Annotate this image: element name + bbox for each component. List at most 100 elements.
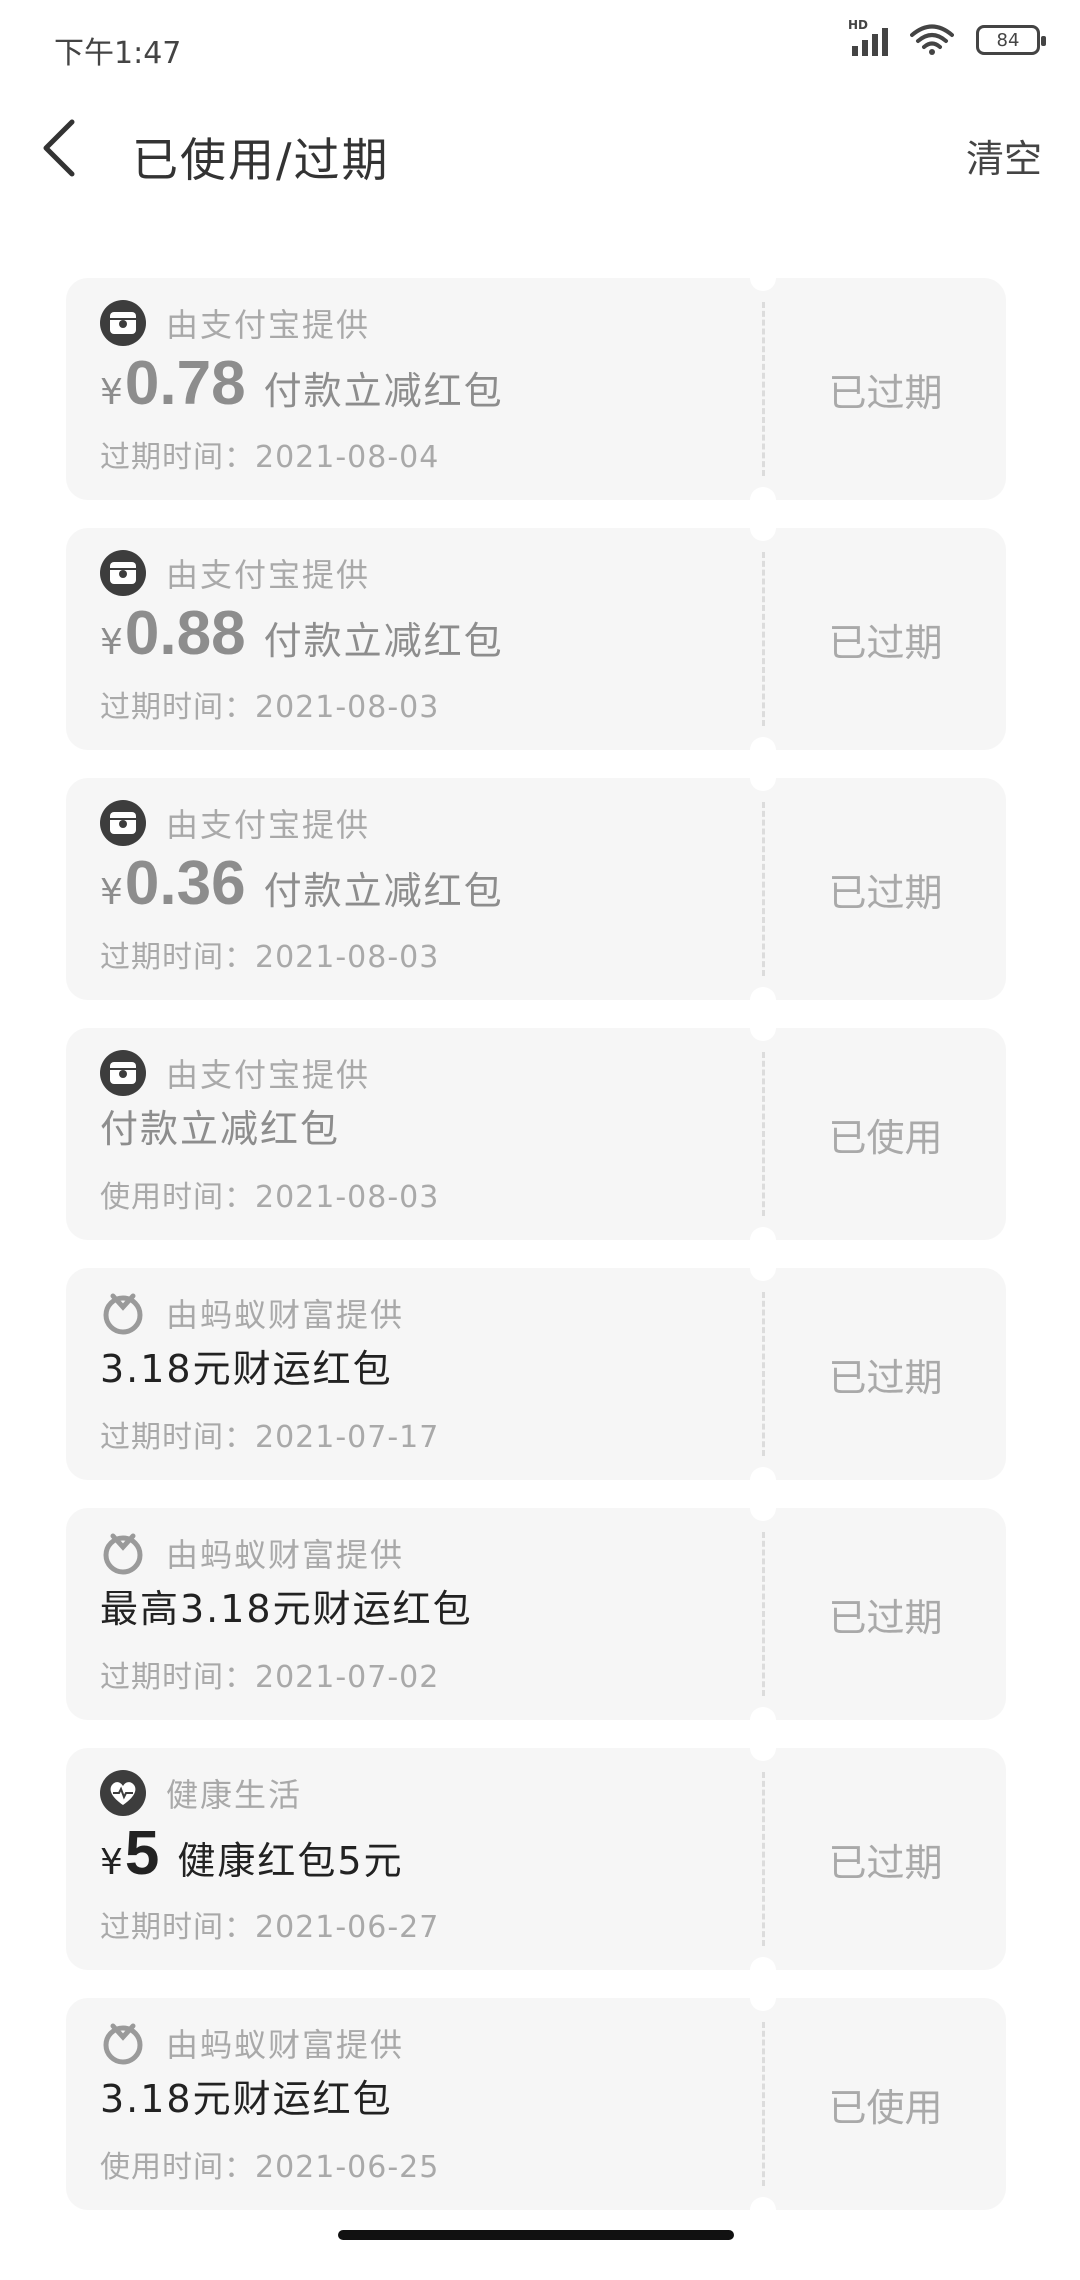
date-label: 使用时间： bbox=[100, 2150, 255, 2185]
coupon-date: 2021-08-03 bbox=[255, 1180, 440, 1215]
provider-text: 由支付宝提供 bbox=[166, 806, 371, 844]
coupon-main: 由支付宝提供 ¥0.78 付款立减红包 过期时间：2021-08-04 bbox=[66, 278, 762, 500]
coupon-main: 由支付宝提供 付款立减红包使用时间：2021-08-03 bbox=[66, 1028, 762, 1240]
date-label: 过期时间： bbox=[100, 940, 255, 975]
coupon-provider: 由支付宝提供 bbox=[100, 1050, 370, 1096]
coupon-status: 已使用 bbox=[828, 1115, 943, 1160]
ant-fortune-icon bbox=[100, 1290, 146, 1336]
coupon-name: 3.18元财运红包 bbox=[100, 2077, 393, 2121]
battery-icon: 84 bbox=[976, 25, 1046, 55]
coupon-amount: 0.36 bbox=[124, 849, 246, 918]
coupon-status: 已使用 bbox=[828, 2085, 943, 2130]
coupon-card[interactable]: 由支付宝提供 ¥0.36 付款立减红包 过期时间：2021-08-03 已过期 bbox=[66, 777, 1006, 1001]
coupon-date: 2021-08-03 bbox=[255, 690, 440, 725]
coupon-main: 由蚂蚁财富提供 3.18元财运红包使用时间：2021-06-25 bbox=[66, 1998, 762, 2210]
coupon-date-row: 过期时间：2021-07-17 bbox=[100, 1412, 439, 1456]
provider-text: 由蚂蚁财富提供 bbox=[166, 1536, 405, 1574]
coupon-status: 已过期 bbox=[828, 1595, 943, 1640]
coupon-list: 由支付宝提供 ¥0.78 付款立减红包 过期时间：2021-08-04 已过期 由支付宝提… bbox=[66, 277, 1006, 2238]
coupon-amount-row: ¥0.88 付款立减红包 bbox=[100, 598, 504, 669]
coupon-name: 最高3.18元财运红包 bbox=[100, 1587, 473, 1631]
alipay-icon bbox=[100, 800, 146, 846]
health-icon bbox=[100, 1770, 146, 1816]
coupon-date: 2021-08-03 bbox=[255, 940, 440, 975]
alipay-icon bbox=[100, 300, 146, 346]
status-time: 下午1:47 bbox=[54, 36, 182, 71]
coupon-status: 已过期 bbox=[828, 1840, 943, 1885]
date-label: 过期时间： bbox=[100, 1420, 255, 1455]
currency-symbol: ¥ bbox=[100, 622, 123, 663]
currency-symbol: ¥ bbox=[100, 1842, 123, 1883]
coupon-date-row: 过期时间：2021-07-02 bbox=[100, 1652, 439, 1696]
coupon-card[interactable]: 由蚂蚁财富提供 3.18元财运红包使用时间：2021-06-25 已使用 bbox=[66, 1997, 1006, 2211]
provider-text: 由支付宝提供 bbox=[166, 556, 371, 594]
battery-level: 84 bbox=[996, 29, 1020, 51]
currency-symbol: ¥ bbox=[100, 372, 123, 413]
coupon-card[interactable]: 由支付宝提供 付款立减红包使用时间：2021-08-03 已使用 bbox=[66, 1027, 1006, 1241]
coupon-card[interactable]: 由支付宝提供 ¥0.78 付款立减红包 过期时间：2021-08-04 已过期 bbox=[66, 277, 1006, 501]
coupon-card[interactable]: 由蚂蚁财富提供 3.18元财运红包过期时间：2021-07-17 已过期 bbox=[66, 1267, 1006, 1481]
coupon-date: 2021-08-04 bbox=[255, 440, 440, 475]
ant-fortune-icon bbox=[100, 1530, 146, 1576]
coupon-amount-row: 付款立减红包 bbox=[100, 1098, 340, 1153]
coupon-provider: 健康生活 bbox=[100, 1770, 302, 1816]
coupon-date: 2021-07-17 bbox=[255, 1420, 440, 1455]
provider-text: 健康生活 bbox=[166, 1776, 303, 1814]
page-header: 已使用/过期 清空 bbox=[0, 100, 1080, 200]
coupon-card[interactable]: 由蚂蚁财富提供 最高3.18元财运红包 过期时间：2021-07-02 已过期 bbox=[66, 1507, 1006, 1721]
coupon-provider: 由蚂蚁财富提供 bbox=[100, 2020, 404, 2066]
coupon-date-row: 过期时间：2021-08-04 bbox=[100, 432, 439, 476]
coupon-main: 健康生活 ¥5 健康红包5元过期时间：2021-06-27 bbox=[66, 1748, 762, 1970]
coupon-provider: 由蚂蚁财富提供 bbox=[100, 1530, 404, 1576]
status-bar: 下午1:47 HD 84 bbox=[0, 0, 1080, 96]
page-title: 已使用/过期 bbox=[132, 133, 390, 187]
coupon-status: 已过期 bbox=[828, 1355, 943, 1400]
coupon-date: 2021-07-02 bbox=[255, 1660, 440, 1695]
coupon-name: 3.18元财运红包 bbox=[100, 1347, 393, 1391]
coupon-main: 由支付宝提供 ¥0.36 付款立减红包 过期时间：2021-08-03 bbox=[66, 778, 762, 1000]
wifi-icon bbox=[910, 24, 954, 55]
coupon-main: 由蚂蚁财富提供 最高3.18元财运红包 过期时间：2021-07-02 bbox=[66, 1508, 762, 1720]
coupon-date-row: 过期时间：2021-08-03 bbox=[100, 932, 439, 976]
coupon-name: 健康红包5元 bbox=[177, 1839, 404, 1883]
date-label: 过期时间： bbox=[100, 1660, 255, 1695]
coupon-name: 付款立减红包 bbox=[263, 369, 504, 413]
home-indicator[interactable] bbox=[338, 2230, 734, 2240]
coupon-date: 2021-06-25 bbox=[255, 2150, 440, 2185]
provider-text: 由蚂蚁财富提供 bbox=[166, 2026, 405, 2064]
coupon-date-row: 使用时间：2021-08-03 bbox=[100, 1172, 439, 1216]
provider-text: 由蚂蚁财富提供 bbox=[166, 1296, 405, 1334]
coupon-card[interactable]: 由支付宝提供 ¥0.88 付款立减红包过期时间：2021-08-03 已过期 bbox=[66, 527, 1006, 751]
coupon-amount: 0.78 bbox=[124, 349, 246, 418]
back-button[interactable] bbox=[40, 112, 100, 184]
currency-symbol: ¥ bbox=[100, 872, 123, 913]
coupon-amount-row: ¥0.36 付款立减红包 bbox=[100, 848, 504, 919]
coupon-provider: 由支付宝提供 bbox=[100, 550, 370, 596]
coupon-date: 2021-06-27 bbox=[255, 1910, 440, 1945]
coupon-name: 付款立减红包 bbox=[100, 1107, 341, 1151]
coupon-status: 已过期 bbox=[828, 370, 943, 415]
date-label: 过期时间： bbox=[100, 1910, 255, 1945]
date-label: 过期时间： bbox=[100, 440, 255, 475]
coupon-amount-row: ¥5 健康红包5元 bbox=[100, 1818, 404, 1889]
coupon-provider: 由蚂蚁财富提供 bbox=[100, 1290, 404, 1336]
coupon-amount-row: 3.18元财运红包 bbox=[100, 1338, 393, 1393]
coupon-provider: 由支付宝提供 bbox=[100, 800, 370, 846]
coupon-card[interactable]: 健康生活 ¥5 健康红包5元过期时间：2021-06-27 已过期 bbox=[66, 1747, 1006, 1971]
clear-button[interactable]: 清空 bbox=[966, 128, 1042, 183]
coupon-amount-row: 最高3.18元财运红包 bbox=[100, 1578, 473, 1633]
coupon-status: 已过期 bbox=[828, 620, 943, 665]
coupon-date-row: 过期时间：2021-06-27 bbox=[100, 1902, 439, 1946]
coupon-amount-row: ¥0.78 付款立减红包 bbox=[100, 348, 504, 419]
coupon-amount-row: 3.18元财运红包 bbox=[100, 2068, 393, 2123]
date-label: 使用时间： bbox=[100, 1180, 255, 1215]
coupon-date-row: 过期时间：2021-08-03 bbox=[100, 682, 439, 726]
status-icons: HD 84 bbox=[848, 18, 1046, 56]
date-label: 过期时间： bbox=[100, 690, 255, 725]
coupon-date-row: 使用时间：2021-06-25 bbox=[100, 2142, 439, 2186]
ant-fortune-icon bbox=[100, 2020, 146, 2066]
coupon-main: 由支付宝提供 ¥0.88 付款立减红包过期时间：2021-08-03 bbox=[66, 528, 762, 750]
coupon-amount: 5 bbox=[124, 1819, 160, 1888]
coupon-name: 付款立减红包 bbox=[263, 869, 504, 913]
chevron-left-icon bbox=[43, 119, 75, 177]
